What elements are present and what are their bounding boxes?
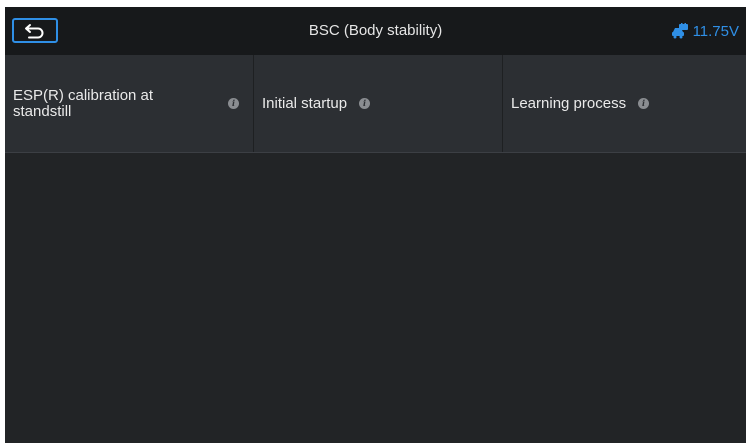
header-bar: BSC (Body stability) 11.75V: [5, 7, 746, 55]
app-window: BSC (Body stability) 11.75V ESP(R) calib…: [5, 7, 746, 443]
battery-voltage: 11.75V: [671, 7, 739, 55]
vehicle-battery-icon: [671, 23, 688, 39]
function-initial-startup[interactable]: Initial startup i: [254, 55, 503, 152]
function-learning-process[interactable]: Learning process i: [503, 55, 746, 152]
info-icon[interactable]: i: [638, 98, 650, 109]
function-esp-calibration[interactable]: ESP(R) calibration at standstill i: [5, 55, 254, 152]
function-label: ESP(R) calibration at standstill: [13, 86, 154, 120]
voltage-value: 11.75V: [692, 22, 739, 40]
function-list: ESP(R) calibration at standstill i Initi…: [5, 55, 746, 153]
info-icon[interactable]: i: [359, 98, 371, 109]
info-icon[interactable]: i: [228, 98, 239, 109]
function-label: Initial startup: [262, 94, 348, 112]
function-label: Learning process: [511, 94, 627, 112]
page-title: BSC (Body stability): [308, 22, 443, 39]
content-area: [5, 153, 746, 443]
